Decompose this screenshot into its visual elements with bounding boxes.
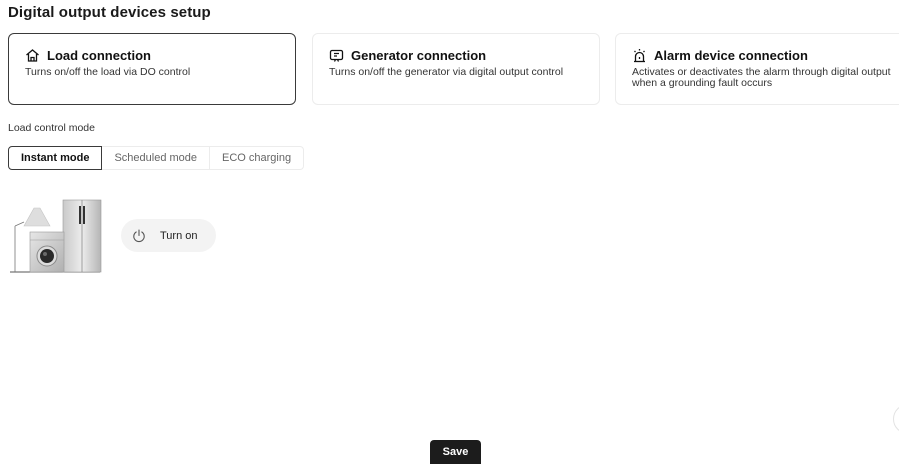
- card-title: Generator connection: [351, 48, 487, 63]
- tab-instant-mode[interactable]: Instant mode: [8, 146, 103, 170]
- card-load-connection[interactable]: Load connection Turns on/off the load vi…: [8, 33, 296, 105]
- save-button[interactable]: Save: [430, 440, 481, 464]
- card-title: Alarm device connection: [654, 48, 808, 63]
- home-icon: [25, 48, 40, 63]
- card-generator-connection[interactable]: Generator connection Turns on/off the ge…: [312, 33, 600, 105]
- load-control-mode-label: Load control mode: [8, 122, 95, 134]
- tab-eco-charging[interactable]: ECO charging: [210, 146, 305, 170]
- turn-on-label: Turn on: [160, 229, 198, 242]
- card-description: Turns on/off the generator via digital o…: [329, 66, 564, 78]
- card-description: Activates or deactivates the alarm throu…: [632, 66, 891, 89]
- home-appliances-icon: [8, 198, 102, 274]
- card-description: Turns on/off the load via DO control: [25, 66, 191, 78]
- page-title: Digital output devices setup: [8, 4, 211, 21]
- card-alarm-device-connection[interactable]: Alarm device connection Activates or dea…: [615, 33, 899, 105]
- generator-icon: [329, 48, 344, 63]
- alarm-icon: [632, 48, 647, 63]
- card-title: Load connection: [47, 48, 151, 63]
- power-icon: [132, 228, 146, 243]
- load-control-mode-tabs: Instant mode Scheduled mode ECO charging: [8, 146, 305, 170]
- turn-on-button[interactable]: Turn on: [121, 219, 216, 252]
- tab-scheduled-mode[interactable]: Scheduled mode: [102, 146, 211, 170]
- floating-circle-button[interactable]: [893, 404, 899, 434]
